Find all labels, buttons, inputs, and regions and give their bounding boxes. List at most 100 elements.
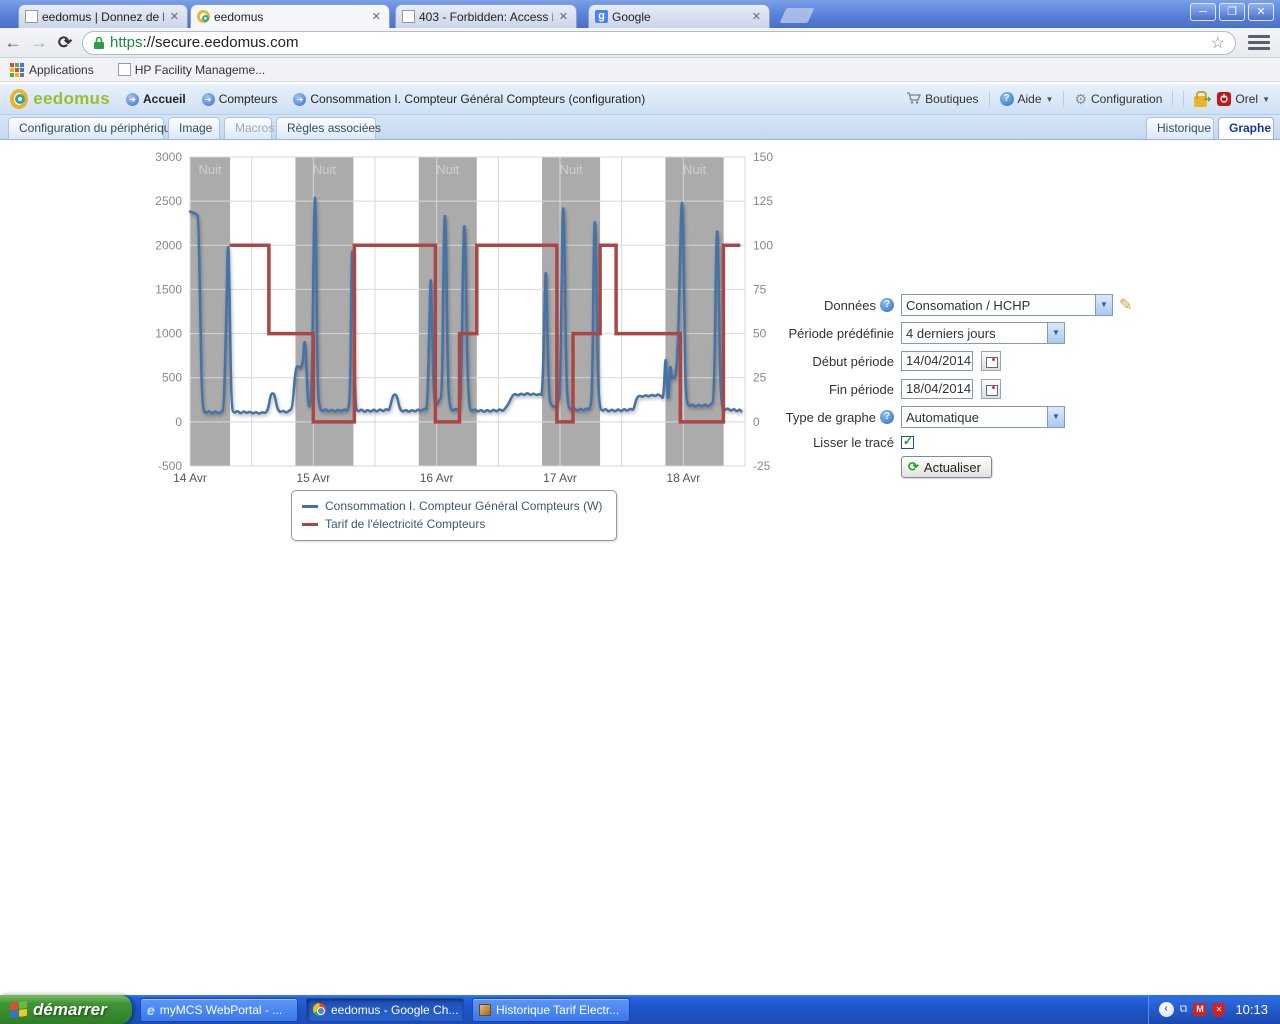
cart-icon bbox=[906, 92, 921, 107]
bookmark-page-icon bbox=[118, 63, 131, 76]
type-select[interactable]: Automatique▼ bbox=[901, 406, 1065, 428]
consumption-chart: NuitNuitNuitNuitNuit-5000500100015002000… bbox=[130, 148, 800, 498]
security-shield-icon[interactable]: ✕ bbox=[1212, 1003, 1225, 1017]
tray-chevron-icon[interactable]: ‹ bbox=[1159, 1002, 1174, 1017]
eedomus-logo-icon bbox=[10, 89, 28, 109]
help-icon[interactable]: ? bbox=[880, 410, 894, 424]
browser-tab[interactable]: 403 - Forbidden: Access is d✕ bbox=[395, 4, 577, 28]
tab-title: Google bbox=[612, 10, 746, 24]
session-lock-icon[interactable] bbox=[1194, 96, 1207, 107]
address-bar[interactable]: https ://secure.eedomus.com ☆ bbox=[82, 31, 1236, 55]
tab-historique[interactable]: Historique bbox=[1146, 117, 1214, 139]
nav-arrow-icon: ➜ bbox=[202, 93, 215, 106]
document-icon bbox=[479, 1004, 491, 1016]
night-band-label: Nuit bbox=[683, 162, 707, 177]
network-icon[interactable]: ⧉ bbox=[1180, 1003, 1188, 1016]
util-aide[interactable]: ?Aide▼ bbox=[1000, 92, 1054, 106]
apps-grid-icon bbox=[10, 63, 24, 77]
browser-tab[interactable]: eedomus ✕ bbox=[190, 4, 390, 28]
breadcrumb-item[interactable]: ➜Accueil bbox=[126, 92, 186, 106]
breadcrumb-label: Accueil bbox=[143, 92, 186, 106]
restore-button[interactable]: ❐ bbox=[1219, 3, 1245, 21]
nav-arrow-icon: ➜ bbox=[293, 93, 306, 106]
x-axis-label: 15 Avr bbox=[296, 471, 330, 485]
taskbar-button[interactable]: Historique Tarif Electr... bbox=[472, 998, 630, 1022]
separator bbox=[1063, 91, 1064, 107]
browser-tab[interactable]: eedomus | Donnez de l'intelli✕ bbox=[18, 4, 188, 28]
donnees-label: Données bbox=[824, 298, 876, 313]
night-band-label: Nuit bbox=[560, 162, 584, 177]
separator bbox=[1172, 91, 1173, 107]
page-icon bbox=[402, 10, 415, 23]
reload-icon[interactable]: ⟳ bbox=[52, 33, 78, 53]
browser-tabstrip: eedomus | Donnez de l'intelli✕eedomus✕40… bbox=[0, 0, 1280, 28]
start-button[interactable]: démarrer bbox=[0, 995, 132, 1024]
night-band bbox=[190, 157, 230, 466]
fin-input[interactable]: 18/04/2014 bbox=[901, 379, 973, 399]
breadcrumb-item[interactable]: ➜Compteurs bbox=[202, 92, 278, 106]
util-label: Boutiques bbox=[925, 92, 978, 106]
tab-image[interactable]: Image bbox=[168, 117, 220, 139]
y-axis-right-label: 75 bbox=[753, 282, 767, 296]
tab-close-icon[interactable]: ✕ bbox=[750, 10, 763, 23]
taskbar-button-label: myMCS WebPortal - ... bbox=[160, 1003, 282, 1017]
breadcrumb-item[interactable]: ➜ Consommation I. Compteur Général Compte… bbox=[293, 92, 645, 106]
actualiser-button[interactable]: ⟳Actualiser bbox=[901, 456, 992, 478]
tab-graphe[interactable]: Graphe bbox=[1218, 117, 1274, 139]
menu-icon[interactable] bbox=[1246, 32, 1272, 53]
chevron-down-icon: ▼ bbox=[1047, 323, 1064, 343]
debut-input[interactable]: 14/04/2014 bbox=[901, 351, 973, 371]
eedomus-logo[interactable]: eedomus bbox=[10, 89, 110, 109]
y-axis-right-label: -25 bbox=[753, 459, 771, 473]
x-axis-label: 14 Avr bbox=[173, 471, 207, 485]
y-axis-left-label: 2000 bbox=[155, 238, 182, 252]
breadcrumb-label: Consommation I. Compteur Général Compteu… bbox=[310, 92, 645, 106]
taskbar-button[interactable]: eedomus - Google Ch... bbox=[306, 998, 464, 1022]
taskbar: démarrer emyMCS WebPortal - ... eedomus -… bbox=[0, 995, 1280, 1024]
help-icon: ? bbox=[1000, 92, 1014, 106]
bookmark-star-icon[interactable]: ☆ bbox=[1211, 33, 1225, 53]
util-label: Configuration bbox=[1091, 92, 1162, 106]
night-band bbox=[295, 157, 353, 466]
legend-item[interactable]: Tarif de l'électricité Compteurs bbox=[302, 515, 602, 533]
legend-label: Consommation I. Compteur Général Compteu… bbox=[325, 499, 602, 513]
back-icon[interactable]: ← bbox=[0, 33, 26, 53]
taskbar-button[interactable]: emyMCS WebPortal - ... bbox=[140, 998, 298, 1022]
mcafee-icon[interactable]: M bbox=[1193, 1003, 1206, 1016]
tab-r-gles-associ-es[interactable]: Règles associées bbox=[276, 117, 376, 139]
minimize-button[interactable]: ─ bbox=[1190, 3, 1216, 21]
lisser-checkbox[interactable] bbox=[901, 436, 914, 449]
tab-close-icon[interactable]: ✕ bbox=[168, 10, 181, 23]
x-axis-label: 18 Avr bbox=[666, 471, 700, 485]
forward-icon[interactable]: → bbox=[26, 33, 52, 53]
new-tab-button[interactable] bbox=[780, 8, 815, 23]
help-icon[interactable]: ? bbox=[880, 298, 894, 312]
donnees-select[interactable]: Consomation / HCHP▼ bbox=[901, 294, 1113, 316]
calendar-icon[interactable] bbox=[981, 379, 1001, 399]
taskbar-button-label: Historique Tarif Electr... bbox=[496, 1003, 619, 1017]
y-axis-right-label: 50 bbox=[753, 327, 767, 341]
tab-title: eedomus bbox=[214, 10, 366, 24]
page-content: eedomus ➜Accueil➜Compteurs➜Consommation … bbox=[0, 84, 1280, 995]
util-orel[interactable]: Orel▼ bbox=[1217, 92, 1270, 106]
close-button[interactable]: ✕ bbox=[1248, 3, 1274, 21]
chart-legend: Consommation I. Compteur Général Compteu… bbox=[291, 490, 617, 541]
tab-close-icon[interactable]: ✕ bbox=[557, 10, 570, 23]
tab-close-icon[interactable]: ✕ bbox=[370, 10, 383, 23]
y-axis-right-label: 125 bbox=[753, 194, 773, 208]
periode-select[interactable]: 4 derniers jours▼ bbox=[901, 322, 1065, 344]
apps-label[interactable]: Applications bbox=[29, 63, 94, 77]
legend-label: Tarif de l'électricité Compteurs bbox=[325, 517, 485, 531]
gear-icon: ⚙ bbox=[1074, 91, 1087, 108]
legend-item[interactable]: Consommation I. Compteur Général Compteu… bbox=[302, 497, 602, 515]
browser-tab[interactable]: gGoogle✕ bbox=[588, 4, 770, 28]
tab-configuration-du-p-riph-rique[interactable]: Configuration du périphérique bbox=[8, 117, 164, 139]
windows-logo-icon bbox=[10, 1001, 27, 1018]
calendar-icon[interactable] bbox=[981, 351, 1001, 371]
window-controls: ─❐✕ bbox=[1190, 3, 1274, 21]
graph-settings-form: Données? Consomation / HCHP▼ ✎ Période p… bbox=[772, 294, 1172, 484]
bookmark-item[interactable]: HP Facility Manageme... bbox=[135, 63, 266, 77]
util-configuration[interactable]: ⚙ Configuration bbox=[1074, 91, 1162, 108]
edit-pencil-icon[interactable]: ✎ bbox=[1119, 295, 1132, 315]
util-boutiques[interactable]: Boutiques bbox=[906, 92, 978, 107]
